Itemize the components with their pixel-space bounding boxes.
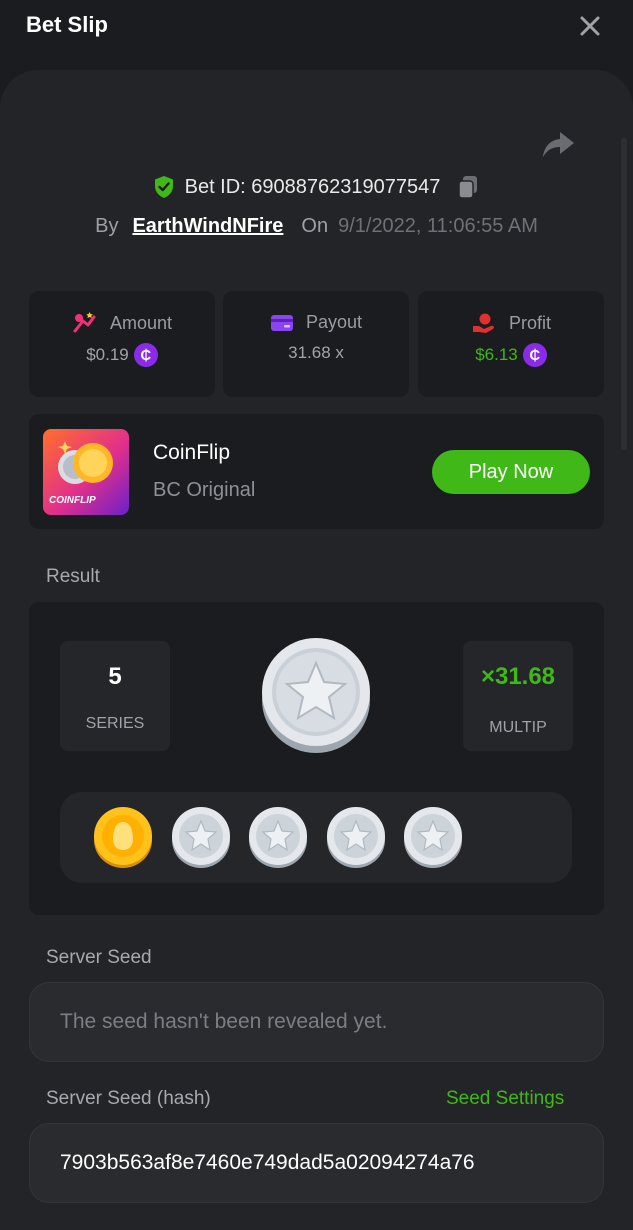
multiplier-box: ×31.68 MULTIP (463, 641, 573, 751)
game-card: COINFLIP CoinFlip BC Original Play Now (29, 414, 604, 529)
multiplier-caption: MULTIP (489, 719, 547, 736)
username-link[interactable]: EarthWindNFire (132, 215, 283, 238)
series-value: 5 (108, 663, 122, 690)
close-icon (580, 16, 600, 36)
multiplier-value: ×31.68 (480, 663, 556, 690)
amount-card: Amount $0.19 ₵ (29, 291, 215, 397)
currency-icon: ₵ (133, 343, 158, 367)
amount-label: Amount (109, 312, 173, 333)
page-title: Bet Slip (26, 12, 108, 37)
game-thumb-label: COINFLIP (49, 495, 96, 506)
server-seed-label: Server Seed (46, 947, 152, 968)
server-seed-field[interactable]: The seed hasn't been revealed yet. (29, 982, 604, 1062)
silver-star-coin-icon (262, 638, 370, 753)
result-label: Result (46, 566, 100, 587)
game-name: CoinFlip (153, 441, 231, 464)
shield-check-icon (154, 176, 173, 198)
payout-icon (270, 314, 293, 331)
close-button[interactable] (576, 12, 604, 40)
amount-value: $0.19 (86, 345, 129, 364)
game-subtitle: BC Original (153, 479, 256, 501)
amount-icon (73, 312, 96, 333)
share-button[interactable] (540, 128, 576, 162)
copy-icon[interactable] (456, 174, 480, 200)
server-seed-hash-label: Server Seed (hash) (46, 1088, 211, 1109)
flip-history (60, 792, 572, 883)
silver-coin-icon (172, 807, 230, 868)
silver-coin-icon (249, 807, 307, 868)
bet-author-row: By EarthWindNFire On 9/1/2022, 11:06:55 … (0, 211, 633, 241)
on-label: On (301, 214, 329, 237)
profit-card: Profit $6.13 ₵ (418, 291, 604, 397)
series-box: 5 SERIES (60, 641, 170, 751)
by-label: By (95, 214, 119, 237)
bet-id-row: Bet ID: 69088762319077547 (0, 172, 633, 202)
profit-icon (472, 313, 494, 333)
header: Bet Slip (0, 0, 633, 70)
profit-value: $6.13 (475, 345, 518, 364)
currency-icon: ₵ (522, 343, 547, 367)
share-icon (543, 132, 574, 157)
silver-coin-icon (404, 807, 462, 868)
payout-value: 31.68 x (288, 343, 344, 362)
bet-id-text: Bet ID: 69088762319077547 (184, 175, 441, 198)
play-now-button[interactable]: Play Now (432, 450, 590, 494)
gold-coin-icon (94, 807, 152, 868)
silver-coin-icon (327, 807, 385, 868)
payout-card: Payout 31.68 x (223, 291, 409, 397)
seed-settings-link[interactable]: Seed Settings (446, 1088, 564, 1110)
result-card: 5 SERIES ×31.68 MULTIP (29, 602, 604, 915)
bet-datetime: 9/1/2022, 11:06:55 AM (338, 214, 538, 237)
server-seed-hash-field[interactable]: 7903b563af8e7460e749dad5a02094274a76 (29, 1123, 604, 1203)
payout-label: Payout (305, 312, 363, 332)
series-caption: SERIES (85, 715, 145, 732)
profit-label: Profit (508, 312, 551, 333)
game-thumbnail[interactable]: COINFLIP (43, 429, 129, 515)
